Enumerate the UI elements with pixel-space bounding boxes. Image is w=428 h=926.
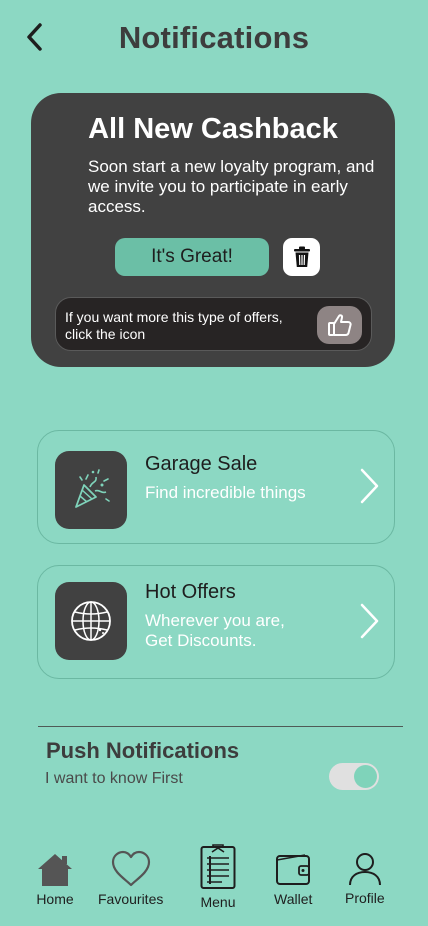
hot-offers-card[interactable]: Hot Offers Wherever you are, Get Discoun… (37, 565, 395, 679)
nav-label: Menu (200, 894, 236, 910)
menu-clipboard-icon (200, 844, 236, 889)
garage-sale-icon-box (55, 451, 127, 529)
push-notifications-title: Push Notifications (46, 738, 240, 763)
its-great-button[interactable]: It's Great! (115, 238, 269, 276)
header: Notifications (0, 0, 428, 80)
like-button[interactable] (317, 306, 362, 344)
push-notifications-toggle[interactable] (329, 763, 379, 790)
thumbs-up-icon (327, 314, 352, 336)
promo-description: Soon start a new loyalty program, and we… (88, 157, 375, 216)
heart-icon (111, 850, 150, 887)
toggle-knob (354, 765, 377, 788)
nav-item-favourites[interactable]: Favourites (98, 850, 163, 907)
card-subtitle: Wherever you are, Get Discounts. (145, 611, 285, 650)
chevron-right-icon (360, 468, 379, 504)
card-title: Garage Sale (145, 453, 258, 475)
divider (38, 726, 403, 727)
offer-preference-text: If you want more this type of offers, cl… (65, 309, 283, 342)
nav-label: Profile (345, 890, 385, 906)
home-icon (38, 854, 72, 886)
party-popper-icon (75, 469, 110, 508)
nav-item-wallet[interactable]: Wallet (274, 852, 312, 907)
push-notifications-subtitle: I want to know First (45, 770, 183, 787)
chevron-right-icon (360, 603, 379, 639)
nav-label: Favourites (98, 891, 164, 907)
globe-icon (71, 601, 111, 641)
bottom-navigation: Home Favourites Menu Wallet Profile (0, 838, 428, 926)
cashback-promo-card: All New Cashback Soon start a new loyalt… (31, 93, 395, 367)
nav-item-menu[interactable]: Menu (200, 844, 236, 910)
trash-icon (293, 246, 310, 267)
promo-title: All New Cashback (88, 113, 338, 145)
garage-sale-card[interactable]: Garage Sale Find incredible things (37, 430, 395, 544)
nav-label: Wallet (274, 891, 313, 907)
card-title: Hot Offers (145, 581, 236, 603)
nav-label: Home (36, 891, 74, 907)
offer-preference-bar: If you want more this type of offers, cl… (55, 297, 372, 351)
nav-item-home[interactable]: Home (36, 852, 74, 907)
hot-offers-icon-box (55, 582, 127, 660)
page-title: Notifications (118, 20, 310, 55)
wallet-icon (276, 854, 311, 885)
card-subtitle: Find incredible things (145, 483, 306, 502)
nav-item-profile[interactable]: Profile (345, 851, 385, 906)
delete-button[interactable] (283, 238, 320, 276)
user-icon (348, 853, 381, 886)
